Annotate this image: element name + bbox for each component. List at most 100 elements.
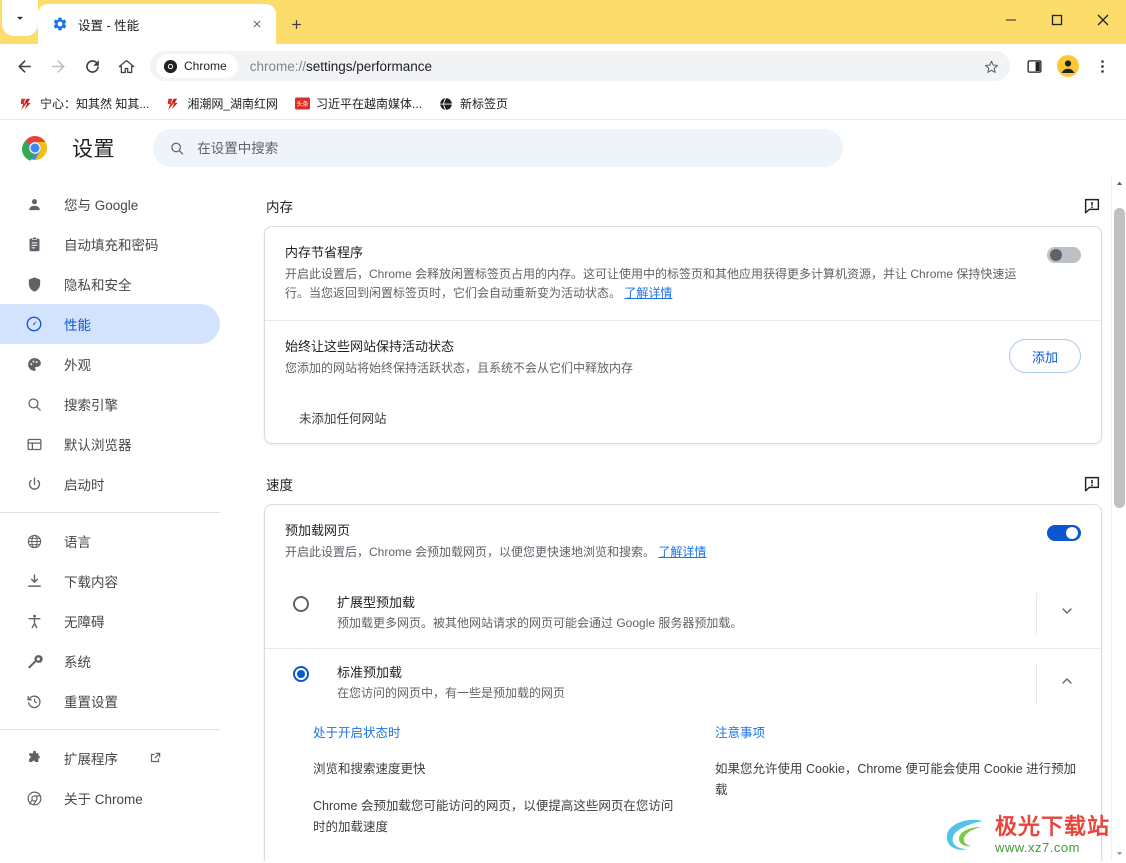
globe-icon xyxy=(24,531,44,551)
keep-active-text: 始终让这些网站保持活动状态 您添加的网站将始终保持活跃状态，且系统不会从它们中释… xyxy=(285,337,993,378)
browser-window: 设置 - 性能 Chrome chrome://settings/perform… xyxy=(0,0,1126,863)
shield-icon xyxy=(24,274,44,294)
sidebar-item-reset-settings[interactable]: 重置设置 xyxy=(0,681,220,721)
standard-preloading-option[interactable]: 标准预加载 在您访问的网页中，有一些是预加载的网页 xyxy=(265,647,1101,718)
sidebar-item-languages[interactable]: 语言 xyxy=(0,521,220,561)
tab-close-button[interactable] xyxy=(248,15,266,33)
sidebar-item-extensions[interactable]: 扩展程序 xyxy=(0,738,220,778)
search-icon xyxy=(24,394,44,414)
sidebar-item-performance[interactable]: 性能 xyxy=(0,304,220,344)
chevron-down-icon[interactable] xyxy=(1053,597,1081,625)
browser-window-icon xyxy=(24,434,44,454)
memory-saver-row: 内存节省程序 开启此设置后，Chrome 会释放闲置标签页占用的内存。这可让使用… xyxy=(265,227,1101,320)
scrollbar-thumb[interactable] xyxy=(1114,208,1125,508)
tab-title: 设置 - 性能 xyxy=(78,18,140,33)
chrome-chip-label: Chrome xyxy=(184,59,227,73)
side-panel-button[interactable] xyxy=(1018,50,1050,82)
bookmark-label: 湘潮网_湖南红网 xyxy=(187,97,279,111)
extended-preloading-option[interactable]: 扩展型预加载 预加载更多网页。被其他网站请求的网页可能会通过 Google 服务… xyxy=(265,579,1101,648)
preload-desc-text: 开启此设置后，Chrome 会预加载网页，以便您更快速地浏览和搜索。 xyxy=(285,544,656,559)
profile-button[interactable] xyxy=(1052,50,1084,82)
radio-extended-preloading[interactable] xyxy=(293,595,309,612)
sidebar-item-appearance[interactable]: 外观 xyxy=(0,344,220,384)
details-when-on-p2: Chrome 会预加载您可能访问的网页，以便提高这些网页在您访问时的加载速度 xyxy=(313,798,674,834)
standard-preloading-title: 标准预加载 xyxy=(337,664,403,680)
back-button[interactable] xyxy=(8,50,40,82)
address-bar[interactable]: Chrome chrome://settings/performance xyxy=(150,51,1010,81)
bookmark-item[interactable]: 湘潮网_湖南红网 xyxy=(157,92,286,115)
sidebar-item-autofill[interactable]: 自动填充和密码 xyxy=(0,224,220,264)
chevron-up-icon[interactable] xyxy=(1053,667,1081,695)
standard-expand-container xyxy=(1036,662,1081,705)
sidebar-divider xyxy=(0,729,220,730)
forward-button[interactable] xyxy=(42,50,74,82)
tab-search-container xyxy=(2,0,38,36)
preload-desc: 开启此设置后，Chrome 会预加载网页，以便您更快速地浏览和搜索。 了解详情 xyxy=(285,543,1031,563)
browser-tab[interactable]: 设置 - 性能 xyxy=(38,4,276,44)
speedometer-icon xyxy=(24,314,44,334)
address-bar-url: chrome://settings/performance xyxy=(250,59,432,74)
extended-expand-container xyxy=(1036,592,1081,634)
sidebar-item-you-and-google[interactable]: 您与 Google xyxy=(0,184,220,224)
settings-main-content: 内存 内存节省程序 开启此设置后，Chrome 会释放闲置标签页占用的内存。这可… xyxy=(252,176,1126,861)
details-when-on-p1: 浏览和搜索速度更快 xyxy=(313,762,426,777)
sidebar-item-privacy[interactable]: 隐私和安全 xyxy=(0,264,220,304)
bookmark-item[interactable]: 新标签页 xyxy=(430,92,516,115)
sidebar-item-default-browser[interactable]: 默认浏览器 xyxy=(0,424,220,464)
bookmark-label: 习近平在越南媒体... xyxy=(316,97,423,111)
scroll-up-button[interactable] xyxy=(1112,176,1126,191)
maximize-button[interactable] xyxy=(1034,0,1080,40)
window-controls xyxy=(988,0,1126,40)
new-tab-button[interactable] xyxy=(282,10,310,38)
browser-toolbar: Chrome chrome://settings/performance xyxy=(0,44,1126,88)
close-icon xyxy=(253,20,261,28)
download-icon xyxy=(24,571,44,591)
speed-card: 预加载网页 开启此设置后，Chrome 会预加载网页，以便您更快速地浏览和搜索。… xyxy=(264,504,1102,861)
memory-saver-text: 内存节省程序 开启此设置后，Chrome 会释放闲置标签页占用的内存。这可让使用… xyxy=(285,243,1031,304)
sidebar-item-label: 您与 Google xyxy=(64,198,139,213)
sidebar-item-on-startup[interactable]: 启动时 xyxy=(0,464,220,504)
sidebar-item-system[interactable]: 系统 xyxy=(0,641,220,681)
vertical-scrollbar[interactable] xyxy=(1111,176,1126,861)
memory-saver-learn-more-link[interactable]: 了解详情 xyxy=(624,286,672,300)
details-notes-p1: 如果您允许使用 Cookie，Chrome 便可能会使用 Cookie 进行预加… xyxy=(715,762,1077,797)
sidebar-item-about-chrome[interactable]: 关于 Chrome xyxy=(0,778,220,818)
sidebar-item-search-engine[interactable]: 搜索引擎 xyxy=(0,384,220,424)
settings-search-container[interactable] xyxy=(153,129,843,167)
feedback-icon[interactable] xyxy=(1082,196,1102,216)
sidebar-item-label: 无障碍 xyxy=(64,615,105,630)
browser-menu-button[interactable] xyxy=(1086,50,1118,82)
add-site-button[interactable]: 添加 xyxy=(1008,339,1081,374)
details-when-on-column: 处于开启状态时 浏览和搜索速度更快 Chrome 会预加载您可能访问的网页，以便… xyxy=(313,722,679,853)
radio-standard-preloading[interactable] xyxy=(293,665,309,682)
memory-card: 内存节省程序 开启此设置后，Chrome 会释放闲置标签页占用的内存。这可让使用… xyxy=(264,226,1102,445)
chrome-origin-chip: Chrome xyxy=(156,54,238,78)
minimize-button[interactable] xyxy=(988,0,1034,40)
feedback-icon[interactable] xyxy=(1082,474,1102,494)
plus-icon xyxy=(291,19,301,29)
toggle-knob xyxy=(1050,249,1062,261)
home-button[interactable] xyxy=(110,50,142,82)
tab-search-button[interactable] xyxy=(6,4,34,32)
page-title: 设置 xyxy=(72,138,115,161)
close-window-button[interactable] xyxy=(1080,0,1126,40)
person-icon xyxy=(24,194,44,214)
preload-toggle[interactable] xyxy=(1047,525,1081,542)
url-path: settings/performance xyxy=(305,58,433,74)
sidebar-item-downloads[interactable]: 下载内容 xyxy=(0,561,220,601)
sidebar-item-accessibility[interactable]: 无障碍 xyxy=(0,601,220,641)
bookmark-star-button[interactable] xyxy=(978,53,1004,79)
details-when-on-heading: 处于开启状态时 xyxy=(313,726,401,741)
sidebar-item-label: 隐私和安全 xyxy=(64,278,132,293)
memory-saver-toggle[interactable] xyxy=(1047,247,1081,263)
extended-preloading-title: 扩展型预加载 xyxy=(337,594,416,610)
bookmark-item[interactable]: 宁心：知其然 知其... xyxy=(10,92,157,115)
search-input[interactable] xyxy=(197,140,827,156)
reload-icon xyxy=(85,59,99,73)
preload-learn-more-link[interactable]: 了解详情 xyxy=(658,545,706,559)
bookmark-item[interactable]: 头条 习近平在越南媒体... xyxy=(286,92,430,115)
preload-text: 预加载网页 开启此设置后，Chrome 会预加载网页，以便您更快速地浏览和搜索。… xyxy=(285,521,1031,562)
scroll-down-button[interactable] xyxy=(1112,846,1126,861)
svg-text:头条: 头条 xyxy=(296,100,308,108)
reload-button[interactable] xyxy=(76,50,108,82)
